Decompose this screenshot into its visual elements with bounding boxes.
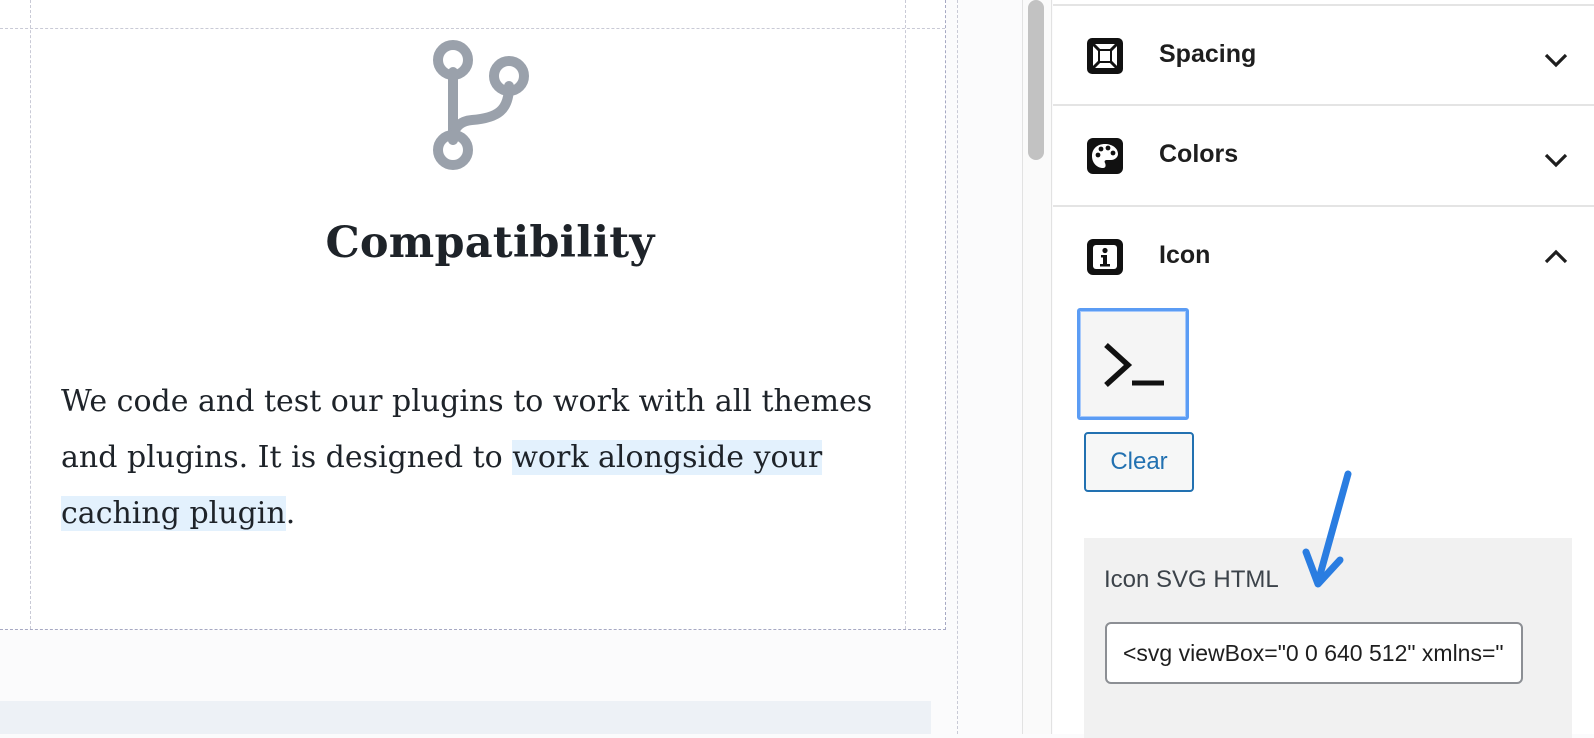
panel-spacing-title: Spacing [1159,40,1257,68]
icon-svg-html-label: Icon SVG HTML [1104,566,1279,593]
chevron-down-icon [1544,153,1568,168]
block-guide-top [0,28,945,29]
feature-block[interactable]: Compatibility We code and test our plugi… [0,0,946,630]
editor-canvas: Compatibility We code and test our plugi… [0,0,1022,734]
panel-colors-title: Colors [1159,140,1239,168]
panel-spacing[interactable]: Spacing [1053,4,1594,106]
palette-icon [1087,138,1123,174]
next-block-strip [0,701,931,734]
panel-icon[interactable]: Icon [1053,205,1594,307]
block-settings-sidebar: Spacing Colors Icon Clear Icon SVG HTML … [1053,0,1594,738]
canvas-scrollbar-thumb[interactable] [1028,0,1044,160]
feature-title[interactable]: Compatibility [30,218,950,268]
block-guide-right [905,0,906,629]
spacing-icon [1087,38,1123,74]
annotation-arrow-icon [1302,470,1352,588]
code-branch-icon [433,40,529,170]
block-guide-left [30,0,31,629]
terminal-icon [1104,342,1164,388]
canvas-edge-guide [957,0,958,734]
chevron-up-icon [1544,249,1568,264]
description-end: . [285,496,296,531]
clear-icon-button[interactable]: Clear [1084,432,1194,492]
chevron-down-icon [1544,53,1568,68]
icon-svg-html-input[interactable] [1105,622,1523,684]
panel-icon-title: Icon [1159,241,1211,269]
panel-colors[interactable]: Colors [1053,104,1594,206]
feature-description[interactable]: We code and test our plugins to work wit… [61,374,881,542]
selected-icon-preview[interactable] [1077,308,1189,420]
info-icon [1087,239,1123,275]
